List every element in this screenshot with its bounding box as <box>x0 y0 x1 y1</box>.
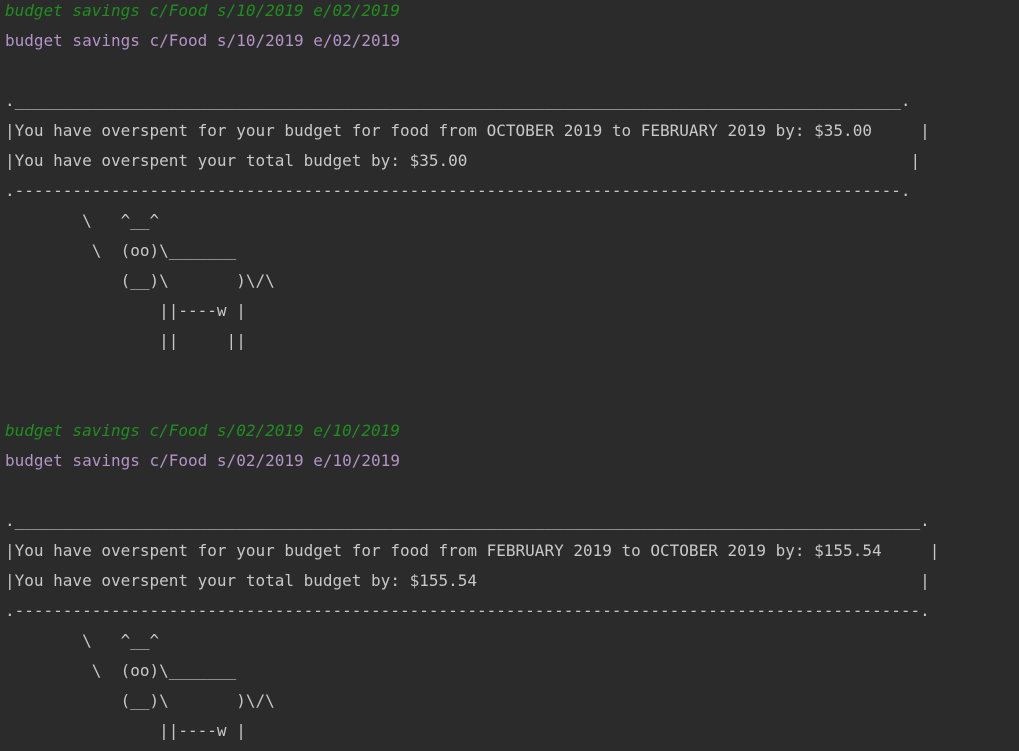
user-input-line: budget savings c/Food s/02/2019 e/10/201… <box>5 421 400 440</box>
box-top-border: ._______________________________________… <box>5 511 930 530</box>
console-output: budget savings c/Food s/10/2019 e/02/201… <box>5 0 1015 750</box>
cow-art-line: \ (oo)\_______ <box>5 661 237 680</box>
command-echo-line: budget savings c/Food s/02/2019 e/10/201… <box>5 451 400 470</box>
cow-art-line: \ ^__^ <box>5 631 160 650</box>
cow-art-line: \ (oo)\_______ <box>5 241 237 260</box>
command-echo-line: budget savings c/Food s/10/2019 e/02/201… <box>5 31 400 50</box>
box-bottom-border: .---------------------------------------… <box>5 181 911 200</box>
cow-art-line: \ ^__^ <box>5 211 160 230</box>
cow-art-line: || || <box>5 331 246 350</box>
cow-art-line: ||----w | <box>5 301 246 320</box>
cow-art-line: (__)\ )\/\ <box>5 271 275 290</box>
cow-art-line: ||----w | <box>5 721 246 740</box>
cow-art-line: (__)\ )\/\ <box>5 691 275 710</box>
box-bottom-border: .---------------------------------------… <box>5 601 930 620</box>
overspent-total-message: |You have overspent your total budget by… <box>5 571 930 590</box>
box-top-border: ._______________________________________… <box>5 91 911 110</box>
user-input-line: budget savings c/Food s/10/2019 e/02/201… <box>5 1 400 20</box>
overspent-category-message: |You have overspent for your budget for … <box>5 121 930 140</box>
overspent-total-message: |You have overspent your total budget by… <box>5 151 921 170</box>
overspent-category-message: |You have overspent for your budget for … <box>5 541 940 560</box>
